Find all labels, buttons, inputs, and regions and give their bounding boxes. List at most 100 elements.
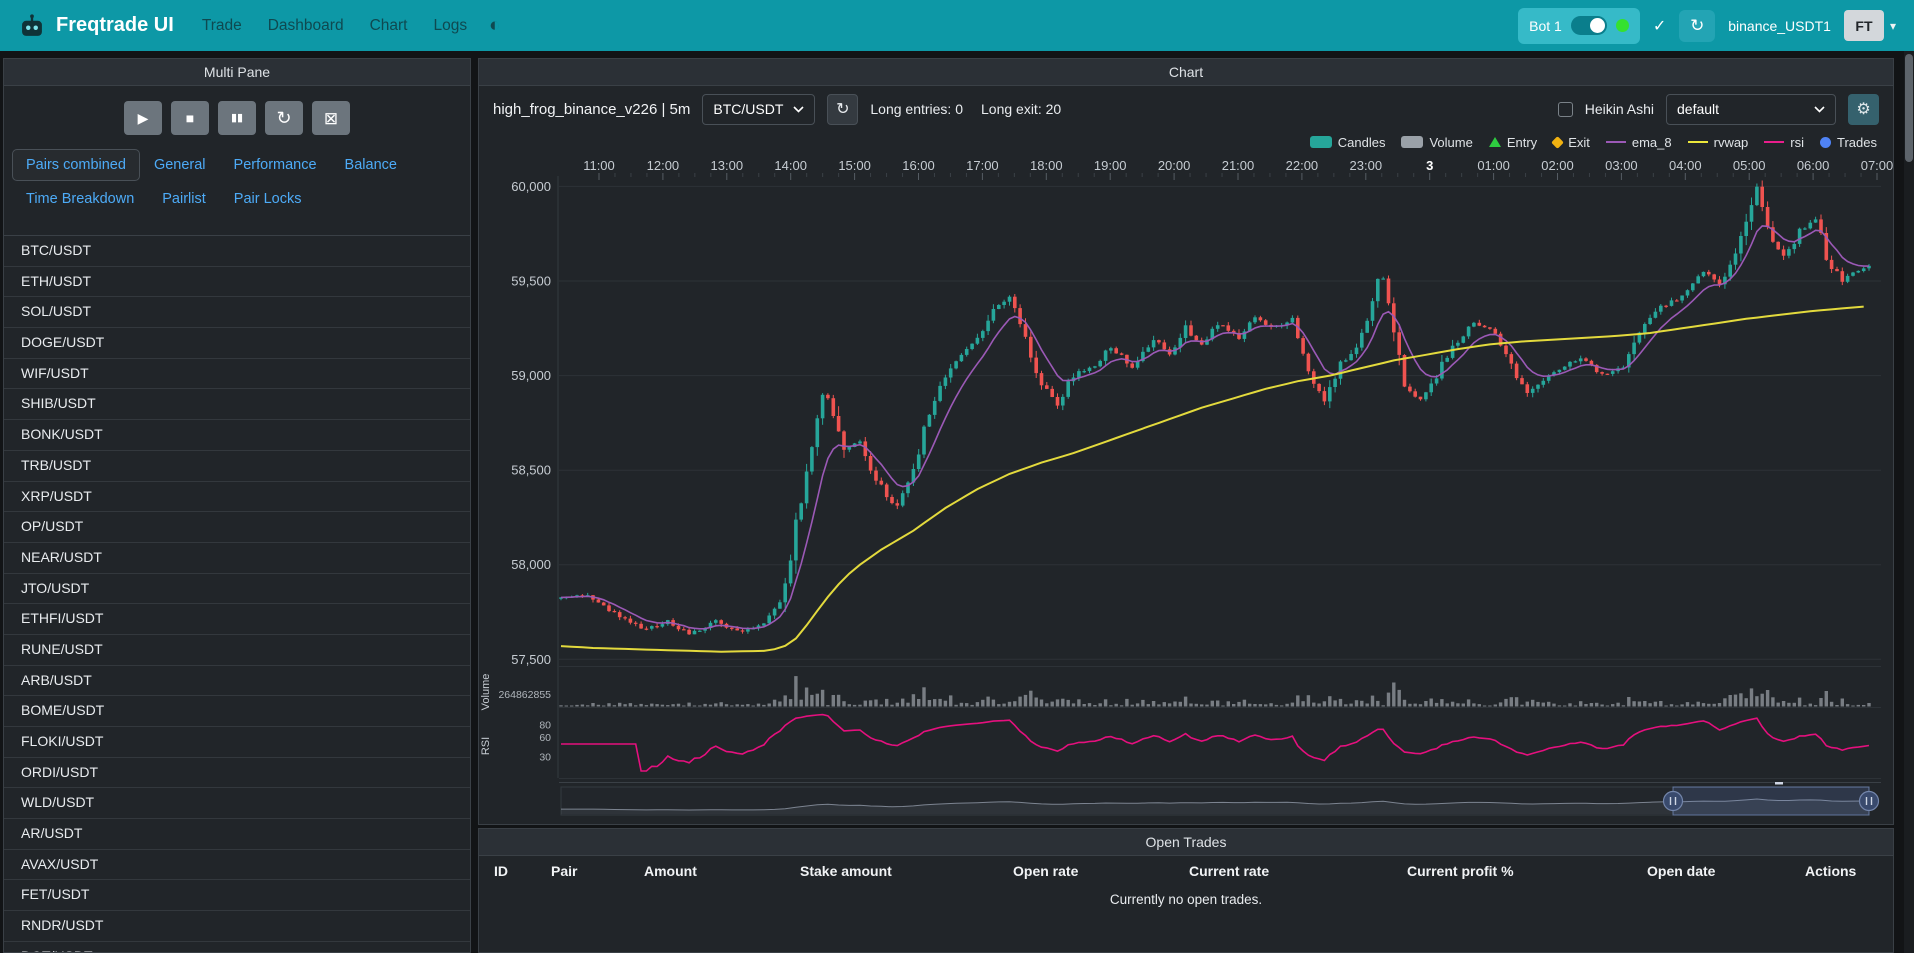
long-exits-count: Long exit: 20 xyxy=(981,101,1061,117)
legend-item-candles[interactable]: Candles xyxy=(1310,135,1386,150)
heikin-ashi-checkbox[interactable] xyxy=(1558,102,1573,117)
svg-text:17:00: 17:00 xyxy=(966,158,999,173)
pair-row-ethfi-usdt[interactable]: ETHFI/USDT xyxy=(4,604,470,635)
plot-settings-button[interactable]: ⚙ xyxy=(1848,94,1879,125)
navbar-right: Bot 1 ✓ ↻ binance_USDT1 FT ▾ xyxy=(1518,8,1896,44)
candles-legend-icon xyxy=(1310,136,1332,148)
pair-row-rune-usdt[interactable]: RUNE/USDT xyxy=(4,635,470,666)
navigator-handle-left[interactable] xyxy=(1664,792,1683,811)
indicator-lines xyxy=(561,226,1869,652)
legend-item-trades[interactable]: Trades xyxy=(1820,135,1877,150)
pair-row-btc-usdt[interactable]: BTC/USDT xyxy=(4,236,470,267)
column-header-open-rate: Open rate xyxy=(1013,863,1189,879)
pair-row-ar-usdt[interactable]: AR/USDT xyxy=(4,819,470,850)
long-entries-count: Long entries: 0 xyxy=(870,101,963,117)
trades-legend-icon xyxy=(1820,137,1831,148)
plot-config-select[interactable]: default xyxy=(1666,94,1836,125)
app-title: Freqtrade UI xyxy=(56,14,174,37)
plot-config-value: default xyxy=(1677,101,1719,117)
signal-counts: Long entries: 0 Long exit: 20 xyxy=(870,101,1061,117)
chart-navigator[interactable] xyxy=(559,782,1881,815)
bot-selector[interactable]: Bot 1 xyxy=(1518,8,1640,44)
svg-text:RSI: RSI xyxy=(480,737,492,755)
heikin-ashi-label: Heikin Ashi xyxy=(1585,101,1654,117)
pair-row-bome-usdt[interactable]: BOME/USDT xyxy=(4,696,470,727)
pair-row-near-usdt[interactable]: NEAR/USDT xyxy=(4,543,470,574)
pair-row-rndr-usdt[interactable]: RNDR/USDT xyxy=(4,911,470,942)
brand-link[interactable]: Freqtrade UI xyxy=(18,12,174,40)
pair-row-wif-usdt[interactable]: WIF/USDT xyxy=(4,359,470,390)
svg-text:60,000: 60,000 xyxy=(511,179,551,194)
pair-row-arb-usdt[interactable]: ARB/USDT xyxy=(4,666,470,697)
pair-select[interactable]: BTC/USDT xyxy=(702,94,815,125)
pause-icon: ▮▮ xyxy=(231,113,243,124)
pair-row-bonk-usdt[interactable]: BONK/USDT xyxy=(4,420,470,451)
pause-button[interactable]: ▮▮ xyxy=(218,101,256,135)
column-header-stake-amount: Stake amount xyxy=(800,863,1013,879)
chart-clear-icon: ⊠ xyxy=(324,110,338,127)
legend-item-rsi[interactable]: rsi xyxy=(1764,135,1804,150)
tab-pairs-combined[interactable]: Pairs combined xyxy=(12,149,140,181)
refresh-chart-button[interactable]: ↻ xyxy=(827,94,858,125)
legend-item-rvwap[interactable]: rvwap xyxy=(1688,135,1749,150)
grid-lines xyxy=(559,186,1881,778)
tab-general[interactable]: General xyxy=(140,149,220,181)
legend-item-entry[interactable]: Entry xyxy=(1489,135,1537,150)
legend-item-ema-8[interactable]: ema_8 xyxy=(1606,135,1672,150)
pair-row-sol-usdt[interactable]: SOL/USDT xyxy=(4,297,470,328)
tab-balance[interactable]: Balance xyxy=(331,149,411,181)
chart-canvas[interactable]: 60,00059,50059,00058,50058,00057,50011:0… xyxy=(479,156,1893,824)
theme-toggle-icon[interactable]: ◐ xyxy=(489,15,500,37)
axes: 60,00059,50059,00058,50058,00057,50011:0… xyxy=(480,158,1893,778)
tab-performance[interactable]: Performance xyxy=(220,149,331,181)
pair-row-op-usdt[interactable]: OP/USDT xyxy=(4,512,470,543)
reload-config-button[interactable]: ↻ xyxy=(265,101,303,135)
nav-link-trade[interactable]: Trade xyxy=(202,17,242,35)
navigator-selection[interactable] xyxy=(1673,787,1869,815)
tab-time-breakdown[interactable]: Time Breakdown xyxy=(12,183,148,215)
pair-row-ordi-usdt[interactable]: ORDI/USDT xyxy=(4,758,470,789)
multi-pane-title: Multi Pane xyxy=(4,59,470,86)
gear-icon: ⚙ xyxy=(1856,99,1870,119)
nav-link-logs[interactable]: Logs xyxy=(433,17,467,35)
avatar: FT xyxy=(1844,10,1884,41)
start-button[interactable]: ▶ xyxy=(124,101,162,135)
legend-item-exit[interactable]: Exit xyxy=(1553,135,1590,150)
bot-name-label: Bot 1 xyxy=(1529,18,1562,34)
ema-8-line xyxy=(561,226,1869,629)
pair-row-shib-usdt[interactable]: SHIB/USDT xyxy=(4,389,470,420)
legend-label: Volume xyxy=(1429,135,1472,150)
tab-pair-locks[interactable]: Pair Locks xyxy=(220,183,316,215)
legend-label: rsi xyxy=(1790,135,1804,150)
chart-panel-title: Chart xyxy=(479,59,1893,86)
svg-text:16:00: 16:00 xyxy=(902,158,935,173)
pair-row-wld-usdt[interactable]: WLD/USDT xyxy=(4,788,470,819)
pair-row-fet-usdt[interactable]: FET/USDT xyxy=(4,880,470,911)
pair-row-xrp-usdt[interactable]: XRP/USDT xyxy=(4,482,470,513)
pair-row-floki-usdt[interactable]: FLOKI/USDT xyxy=(4,727,470,758)
chart-panel: Chart high_frog_binance_v226 | 5m BTC/US… xyxy=(478,58,1894,825)
pair-row-jto-usdt[interactable]: JTO/USDT xyxy=(4,574,470,605)
pair-row-dot-usdt[interactable]: DOT/USDT xyxy=(4,942,470,953)
scrollbar-thumb[interactable] xyxy=(1905,54,1913,162)
pair-row-avax-usdt[interactable]: AVAX/USDT xyxy=(4,850,470,881)
user-menu[interactable]: FT ▾ xyxy=(1844,10,1896,41)
svg-text:23:00: 23:00 xyxy=(1350,158,1383,173)
navigator-handle-right[interactable] xyxy=(1860,792,1879,811)
tab-pairlist[interactable]: Pairlist xyxy=(148,183,220,215)
pair-row-eth-usdt[interactable]: ETH/USDT xyxy=(4,267,470,298)
legend-item-volume[interactable]: Volume xyxy=(1401,135,1472,150)
pair-row-doge-usdt[interactable]: DOGE/USDT xyxy=(4,328,470,359)
nav-link-dashboard[interactable]: Dashboard xyxy=(268,17,344,35)
nav-link-chart[interactable]: Chart xyxy=(370,17,408,35)
pair-row-trb-usdt[interactable]: TRB/USDT xyxy=(4,451,470,482)
stop-button[interactable]: ■ xyxy=(171,101,209,135)
bot-toggle[interactable] xyxy=(1571,16,1607,35)
svg-text:05:00: 05:00 xyxy=(1733,158,1766,173)
legend-label: rvwap xyxy=(1714,135,1749,150)
svg-text:14:00: 14:00 xyxy=(774,158,807,173)
reload-bot-button[interactable]: ↻ xyxy=(1679,10,1715,42)
freqtrade-robot-logo-icon xyxy=(18,12,46,40)
clear-chart-button[interactable]: ⊠ xyxy=(312,101,350,135)
page-scrollbar[interactable] xyxy=(1904,51,1914,953)
